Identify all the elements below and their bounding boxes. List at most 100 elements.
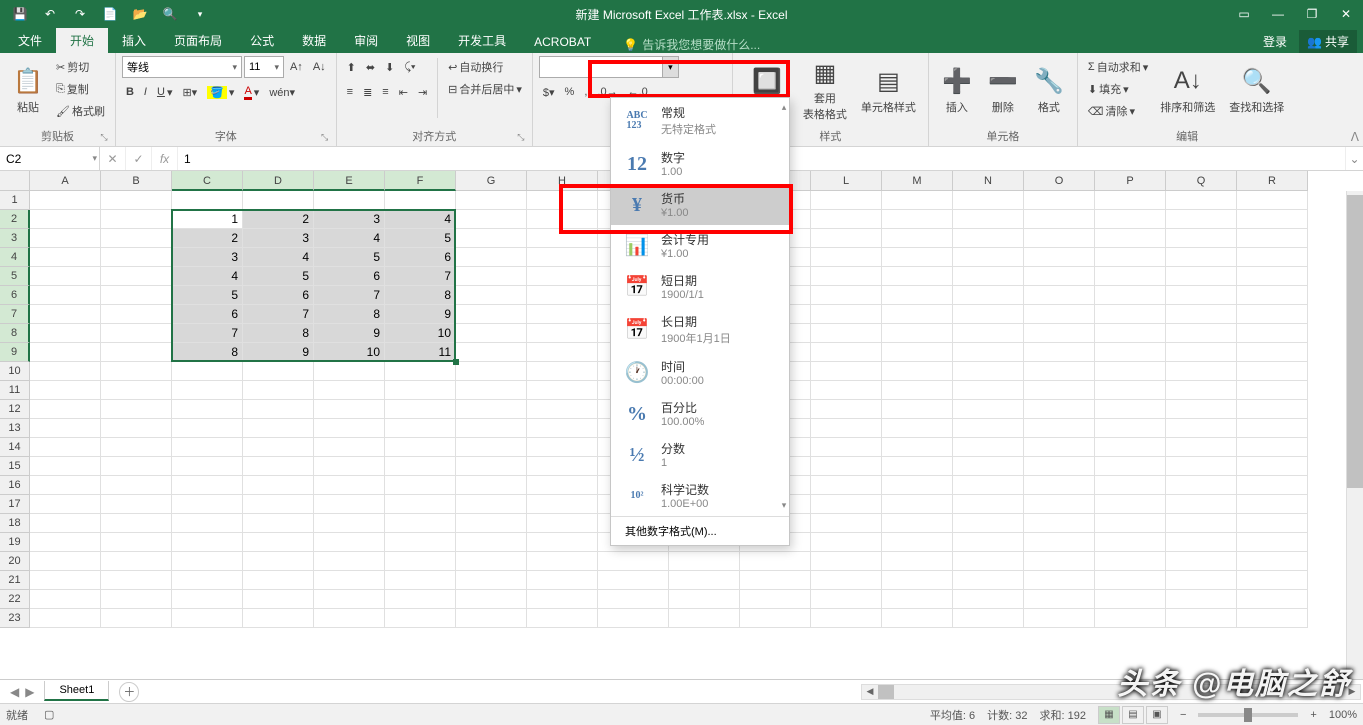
cell[interactable] — [527, 609, 598, 628]
scroll-thumb[interactable] — [1347, 195, 1363, 488]
cell[interactable] — [1237, 438, 1308, 457]
cell[interactable] — [882, 609, 953, 628]
cell[interactable] — [1166, 609, 1237, 628]
cell[interactable] — [172, 476, 243, 495]
cell[interactable] — [1024, 305, 1095, 324]
merge-center-button[interactable]: ⊟合并后居中▾ — [444, 78, 526, 100]
cell[interactable] — [30, 419, 101, 438]
collapse-ribbon-icon[interactable]: ᐱ — [1351, 130, 1359, 144]
cell[interactable] — [527, 590, 598, 609]
cell[interactable] — [527, 533, 598, 552]
number-format-item-分数[interactable]: ½分数1 — [611, 434, 789, 475]
align-center-icon[interactable]: ≣ — [359, 81, 376, 103]
cell[interactable] — [527, 210, 598, 229]
cell[interactable] — [101, 495, 172, 514]
cell[interactable] — [598, 590, 669, 609]
insert-function-icon[interactable]: fx — [152, 147, 178, 170]
currency-style-button[interactable]: $▾ — [539, 81, 559, 103]
cell[interactable] — [1095, 210, 1166, 229]
cell[interactable] — [30, 533, 101, 552]
cell[interactable] — [1237, 248, 1308, 267]
cell[interactable] — [953, 495, 1024, 514]
cell[interactable] — [172, 457, 243, 476]
cell[interactable] — [882, 552, 953, 571]
comma-style-button[interactable]: , — [580, 81, 591, 103]
cell[interactable] — [30, 495, 101, 514]
cell[interactable]: 9 — [385, 305, 456, 324]
cell[interactable] — [953, 305, 1024, 324]
cell[interactable]: 6 — [172, 305, 243, 324]
cell[interactable] — [527, 457, 598, 476]
cell[interactable] — [30, 514, 101, 533]
cell[interactable] — [30, 362, 101, 381]
phonetic-button[interactable]: wén▾ — [265, 81, 299, 103]
cell[interactable] — [1166, 267, 1237, 286]
fill-color-button[interactable]: 🪣▾ — [203, 81, 238, 103]
row-header[interactable]: 8 — [0, 324, 30, 343]
cell[interactable] — [1024, 495, 1095, 514]
cell[interactable] — [243, 457, 314, 476]
cell[interactable] — [1024, 248, 1095, 267]
row-header[interactable]: 22 — [0, 590, 30, 609]
cell[interactable] — [882, 514, 953, 533]
cell[interactable] — [1166, 514, 1237, 533]
cell[interactable] — [30, 457, 101, 476]
cell[interactable] — [1237, 495, 1308, 514]
column-header[interactable]: C — [172, 171, 243, 191]
cell[interactable] — [527, 419, 598, 438]
cell[interactable] — [882, 324, 953, 343]
cell[interactable] — [953, 400, 1024, 419]
cell[interactable] — [1024, 191, 1095, 210]
cell[interactable]: 4 — [385, 210, 456, 229]
cell[interactable] — [1166, 286, 1237, 305]
cell[interactable] — [669, 571, 740, 590]
cell[interactable] — [1095, 267, 1166, 286]
cell[interactable] — [882, 381, 953, 400]
cell[interactable] — [101, 267, 172, 286]
cell[interactable] — [1237, 267, 1308, 286]
cell[interactable] — [1166, 457, 1237, 476]
cell[interactable] — [1095, 571, 1166, 590]
cell[interactable] — [527, 305, 598, 324]
cell[interactable] — [1095, 514, 1166, 533]
cell[interactable] — [101, 191, 172, 210]
cell[interactable] — [1024, 381, 1095, 400]
cell[interactable] — [811, 229, 882, 248]
cell[interactable] — [598, 571, 669, 590]
cell[interactable] — [1166, 210, 1237, 229]
cell[interactable] — [1095, 381, 1166, 400]
cell[interactable] — [1237, 324, 1308, 343]
cell[interactable] — [172, 495, 243, 514]
tab-开发工具[interactable]: 开发工具 — [444, 28, 520, 53]
cell[interactable] — [385, 514, 456, 533]
cell[interactable] — [385, 362, 456, 381]
cell[interactable] — [1166, 362, 1237, 381]
cell[interactable] — [953, 210, 1024, 229]
cell[interactable]: 6 — [314, 267, 385, 286]
cell[interactable] — [456, 476, 527, 495]
cell[interactable] — [314, 476, 385, 495]
cut-button[interactable]: ✂剪切 — [52, 56, 109, 78]
cell[interactable] — [172, 609, 243, 628]
cell[interactable] — [1237, 343, 1308, 362]
zoom-slider[interactable] — [1198, 713, 1298, 717]
cell[interactable] — [172, 362, 243, 381]
cell[interactable] — [314, 514, 385, 533]
cell[interactable] — [1024, 267, 1095, 286]
cell[interactable] — [1166, 476, 1237, 495]
cell[interactable] — [811, 191, 882, 210]
cell[interactable] — [1095, 229, 1166, 248]
cell[interactable] — [811, 324, 882, 343]
minimize-icon[interactable]: — — [1261, 0, 1295, 28]
cell[interactable]: 10 — [385, 324, 456, 343]
cell[interactable]: 5 — [314, 248, 385, 267]
cell[interactable] — [1166, 305, 1237, 324]
cell[interactable]: 11 — [385, 343, 456, 362]
cell[interactable]: 7 — [172, 324, 243, 343]
cell[interactable] — [101, 476, 172, 495]
cell[interactable] — [882, 590, 953, 609]
cell[interactable] — [1166, 381, 1237, 400]
table-format-button[interactable]: ▦套用 表格格式 — [797, 56, 853, 124]
cell[interactable] — [1095, 191, 1166, 210]
cell[interactable] — [456, 229, 527, 248]
